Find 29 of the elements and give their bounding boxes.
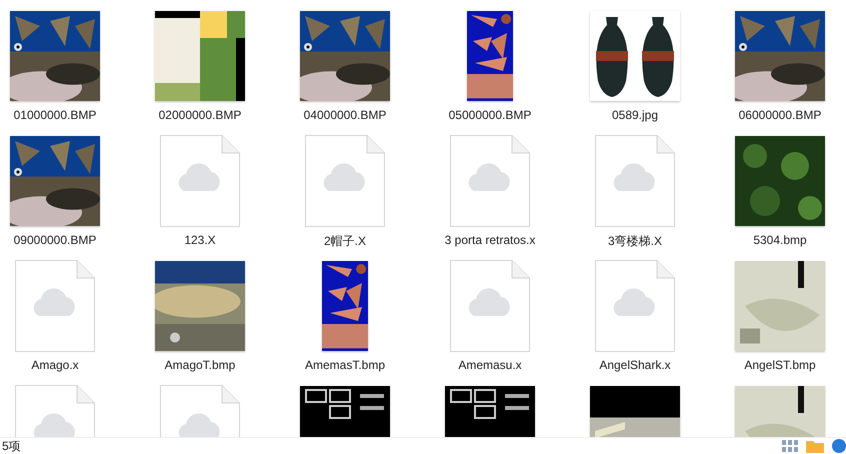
grid-view-icon[interactable]	[782, 440, 798, 452]
file-name[interactable]: AngelShark.x	[599, 358, 671, 372]
file-name[interactable]: Amago.x	[31, 358, 79, 372]
file-name[interactable]: AmemasT.bmp	[304, 358, 386, 372]
file-name[interactable]: 06000000.BMP	[738, 108, 822, 122]
file-icon	[305, 135, 385, 227]
file-name[interactable]: 09000000.BMP	[14, 233, 96, 247]
file-name[interactable]: AngelST.bmp	[744, 358, 816, 372]
item-count: 5项	[2, 438, 21, 454]
folder-icon[interactable]	[806, 439, 824, 453]
file-icon	[595, 260, 675, 352]
file-name[interactable]: 2帽子.X	[324, 233, 366, 250]
file-icon	[160, 135, 240, 227]
file-name[interactable]: AmagoT.bmp	[164, 358, 236, 372]
file-icon	[450, 135, 530, 227]
file-icon	[450, 260, 530, 352]
file-name[interactable]: 3弯楼梯.X	[608, 233, 662, 250]
file-name[interactable]: 5304.bmp	[753, 233, 807, 247]
file-name[interactable]: Amemasu.x	[458, 358, 522, 372]
file-name[interactable]: 3 porta retratos.x	[444, 233, 536, 247]
file-icon	[595, 135, 675, 227]
file-name[interactable]: 0589.jpg	[612, 108, 658, 122]
file-name[interactable]: 02000000.BMP	[158, 108, 242, 122]
file-name[interactable]: 05000000.BMP	[448, 108, 532, 122]
file-name[interactable]: 123.X	[184, 233, 216, 247]
file-name[interactable]: 01000000.BMP	[14, 108, 96, 122]
circle-icon[interactable]	[832, 439, 846, 453]
file-name[interactable]: 04000000.BMP	[304, 108, 386, 122]
file-icon	[15, 260, 95, 352]
